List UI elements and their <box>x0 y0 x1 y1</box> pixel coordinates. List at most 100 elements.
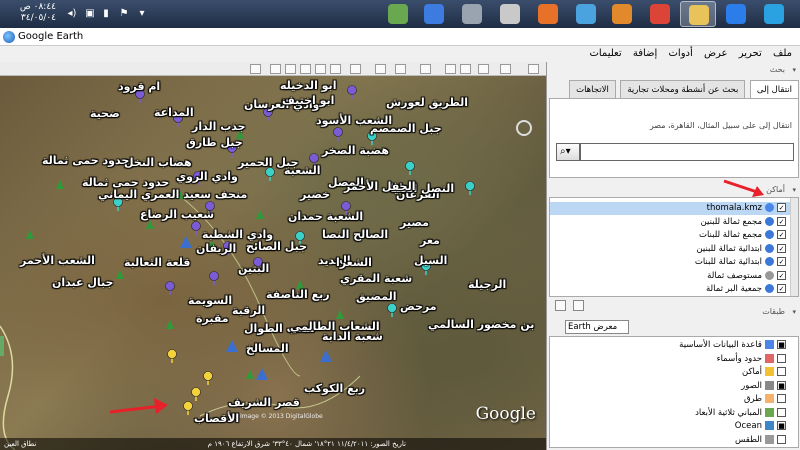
map-label[interactable]: الشعبة <box>284 164 320 177</box>
search-section-header[interactable]: ▾ بحث <box>549 64 799 76</box>
tree-icon[interactable] <box>146 220 154 229</box>
placemark-pin-icon[interactable] <box>183 401 193 416</box>
map-label[interactable]: جبال عبدان <box>52 276 113 289</box>
places-item[interactable]: ✓ جمعية البر ثمالة <box>550 283 790 296</box>
map-label[interactable]: ابو الدخيله <box>280 79 336 92</box>
map-label[interactable]: منحف سعيد العمري اليماني <box>98 188 247 201</box>
placemark-pin-icon[interactable] <box>191 221 201 236</box>
triangle-marker-icon[interactable] <box>180 236 192 248</box>
placemark-pin-icon[interactable] <box>405 161 415 176</box>
firefox-app-button[interactable] <box>530 1 566 27</box>
tree-icon[interactable] <box>56 180 64 189</box>
search-input[interactable] <box>580 143 794 161</box>
map-label[interactable]: هضاب النخل <box>124 156 192 169</box>
places-scrollbar[interactable] <box>790 198 798 296</box>
menu-file[interactable]: ملف <box>769 46 796 61</box>
placemark-pin-icon[interactable] <box>387 303 397 318</box>
map-label[interactable]: وادي الروي <box>176 170 238 183</box>
map-label[interactable]: الصالح النصا <box>322 228 388 241</box>
tree-icon[interactable] <box>246 370 254 379</box>
map-label[interactable]: حدود حمى ثمالة <box>42 154 129 167</box>
add-overlay-button[interactable] <box>315 64 326 74</box>
collapse-triangle-icon[interactable]: ▾ <box>792 184 796 196</box>
toolbar-button[interactable] <box>500 64 511 74</box>
historical-imagery-button[interactable] <box>350 64 361 74</box>
disk-app-button[interactable] <box>492 1 528 27</box>
search-button[interactable]: ⌕▾ <box>556 143 580 161</box>
checkbox[interactable]: ✓ <box>777 257 786 266</box>
menu-tools[interactable]: أدوات <box>665 46 697 61</box>
tab-find-businesses[interactable]: بحث عن أنشطة ومحلات تجارية <box>620 80 746 98</box>
map-label[interactable]: جذب الدار <box>192 120 246 133</box>
map-label[interactable]: شعبة الدابة <box>322 330 383 343</box>
places-item[interactable]: ✓ مستوصف ثمالة <box>550 270 790 283</box>
add-path-button[interactable] <box>300 64 311 74</box>
placemark-pin-icon[interactable] <box>167 349 177 364</box>
map-label[interactable]: المداعة <box>154 106 194 119</box>
map-label[interactable]: الحفل الأحمر <box>344 180 416 193</box>
map-label[interactable]: الأقصاب <box>194 412 239 425</box>
planets-button[interactable] <box>395 64 406 74</box>
map-label[interactable]: مقبرة <box>196 312 229 325</box>
placemark-pin-icon[interactable] <box>165 281 175 296</box>
notepad-app-button[interactable] <box>380 1 416 27</box>
map-label[interactable]: خضير <box>300 188 330 201</box>
map-label[interactable]: السيل <box>414 254 447 267</box>
places-item[interactable]: ✓ ابتدائية ثمالة للبنات <box>550 256 790 269</box>
placemark-pin-icon[interactable] <box>333 127 343 142</box>
menu-add[interactable]: إضافة <box>629 46 661 61</box>
add-placemark-button[interactable] <box>270 64 281 74</box>
map-label[interactable]: السويمة <box>188 294 232 307</box>
collapse-triangle-icon[interactable]: ▾ <box>792 64 796 76</box>
wifi-app-button[interactable] <box>568 1 604 27</box>
checkbox[interactable] <box>777 434 786 444</box>
checkbox[interactable] <box>777 353 786 363</box>
map-label[interactable]: مصير <box>400 216 429 229</box>
map-label[interactable]: ام قرود <box>118 80 160 93</box>
windows-app-button[interactable] <box>756 1 792 27</box>
checkbox[interactable]: ■ <box>777 421 786 430</box>
map-label[interactable]: ضحية <box>90 107 120 120</box>
media-app-button[interactable] <box>604 1 640 27</box>
layers-section-header[interactable]: ▾ طبقات <box>549 306 799 318</box>
menu-edit[interactable]: تحرير <box>735 46 766 61</box>
checkbox[interactable]: ✓ <box>777 203 786 212</box>
tree-icon[interactable] <box>256 210 264 219</box>
google-earth-app-button[interactable] <box>416 1 452 27</box>
checkbox[interactable]: ✓ <box>777 270 786 280</box>
map-label[interactable]: المضيق <box>356 290 397 303</box>
checkbox[interactable]: ✓ <box>777 243 786 253</box>
chrome-app-button[interactable] <box>642 1 678 27</box>
map-label[interactable]: الرقبة <box>232 304 265 317</box>
checkbox[interactable]: ✓ <box>777 230 786 239</box>
map-label[interactable]: ربع الكوكب <box>304 382 365 395</box>
map-label[interactable]: معر <box>420 234 440 247</box>
map-label[interactable]: شعبة المقري <box>340 272 412 285</box>
layer-item[interactable]: حدود وأسماء <box>550 353 790 367</box>
tab-directions[interactable]: الاتجاهات <box>569 80 616 98</box>
map-label[interactable]: قلعة الثعالبة <box>124 256 190 269</box>
tray-expand-icon[interactable]: ▾ <box>136 8 148 20</box>
print-button[interactable] <box>460 64 471 74</box>
places-item[interactable]: ✓ مجمع ثمالة للبنات <box>550 229 790 242</box>
places-item[interactable]: ✓ thomala.kmz <box>550 202 790 215</box>
layer-item[interactable]: طرق <box>550 393 790 407</box>
layer-item[interactable]: ■ الصور <box>550 380 790 394</box>
layer-item[interactable]: ■ قاعدة البيانات الأساسية <box>550 339 790 353</box>
network-icon[interactable]: ▣ <box>84 8 96 20</box>
layer-item[interactable]: الطقس <box>550 434 790 448</box>
triangle-marker-icon[interactable] <box>226 340 238 352</box>
checkbox[interactable] <box>777 367 786 376</box>
map-label[interactable]: شعيب الرضاع <box>140 208 214 221</box>
volume-icon[interactable]: ◂) <box>66 8 78 20</box>
map-label[interactable]: الشعب الأحمر <box>20 254 95 267</box>
collapse-triangle-icon[interactable]: ▾ <box>792 306 796 318</box>
tree-icon[interactable] <box>166 320 174 329</box>
places-item[interactable]: ✓ ابتدائية ثمالة للبنين <box>550 243 790 256</box>
layer-item[interactable]: ■ Ocean <box>550 420 790 434</box>
tab-fly-to[interactable]: انتقال إلى <box>749 80 799 98</box>
battery-icon[interactable]: ▮ <box>100 8 112 20</box>
checkbox[interactable] <box>777 407 786 417</box>
map-view[interactable]: ابو الدخيله ام قرود الطريق لعورش وادي العرس… <box>0 76 546 450</box>
menu-help[interactable]: تعليمات <box>585 46 625 61</box>
